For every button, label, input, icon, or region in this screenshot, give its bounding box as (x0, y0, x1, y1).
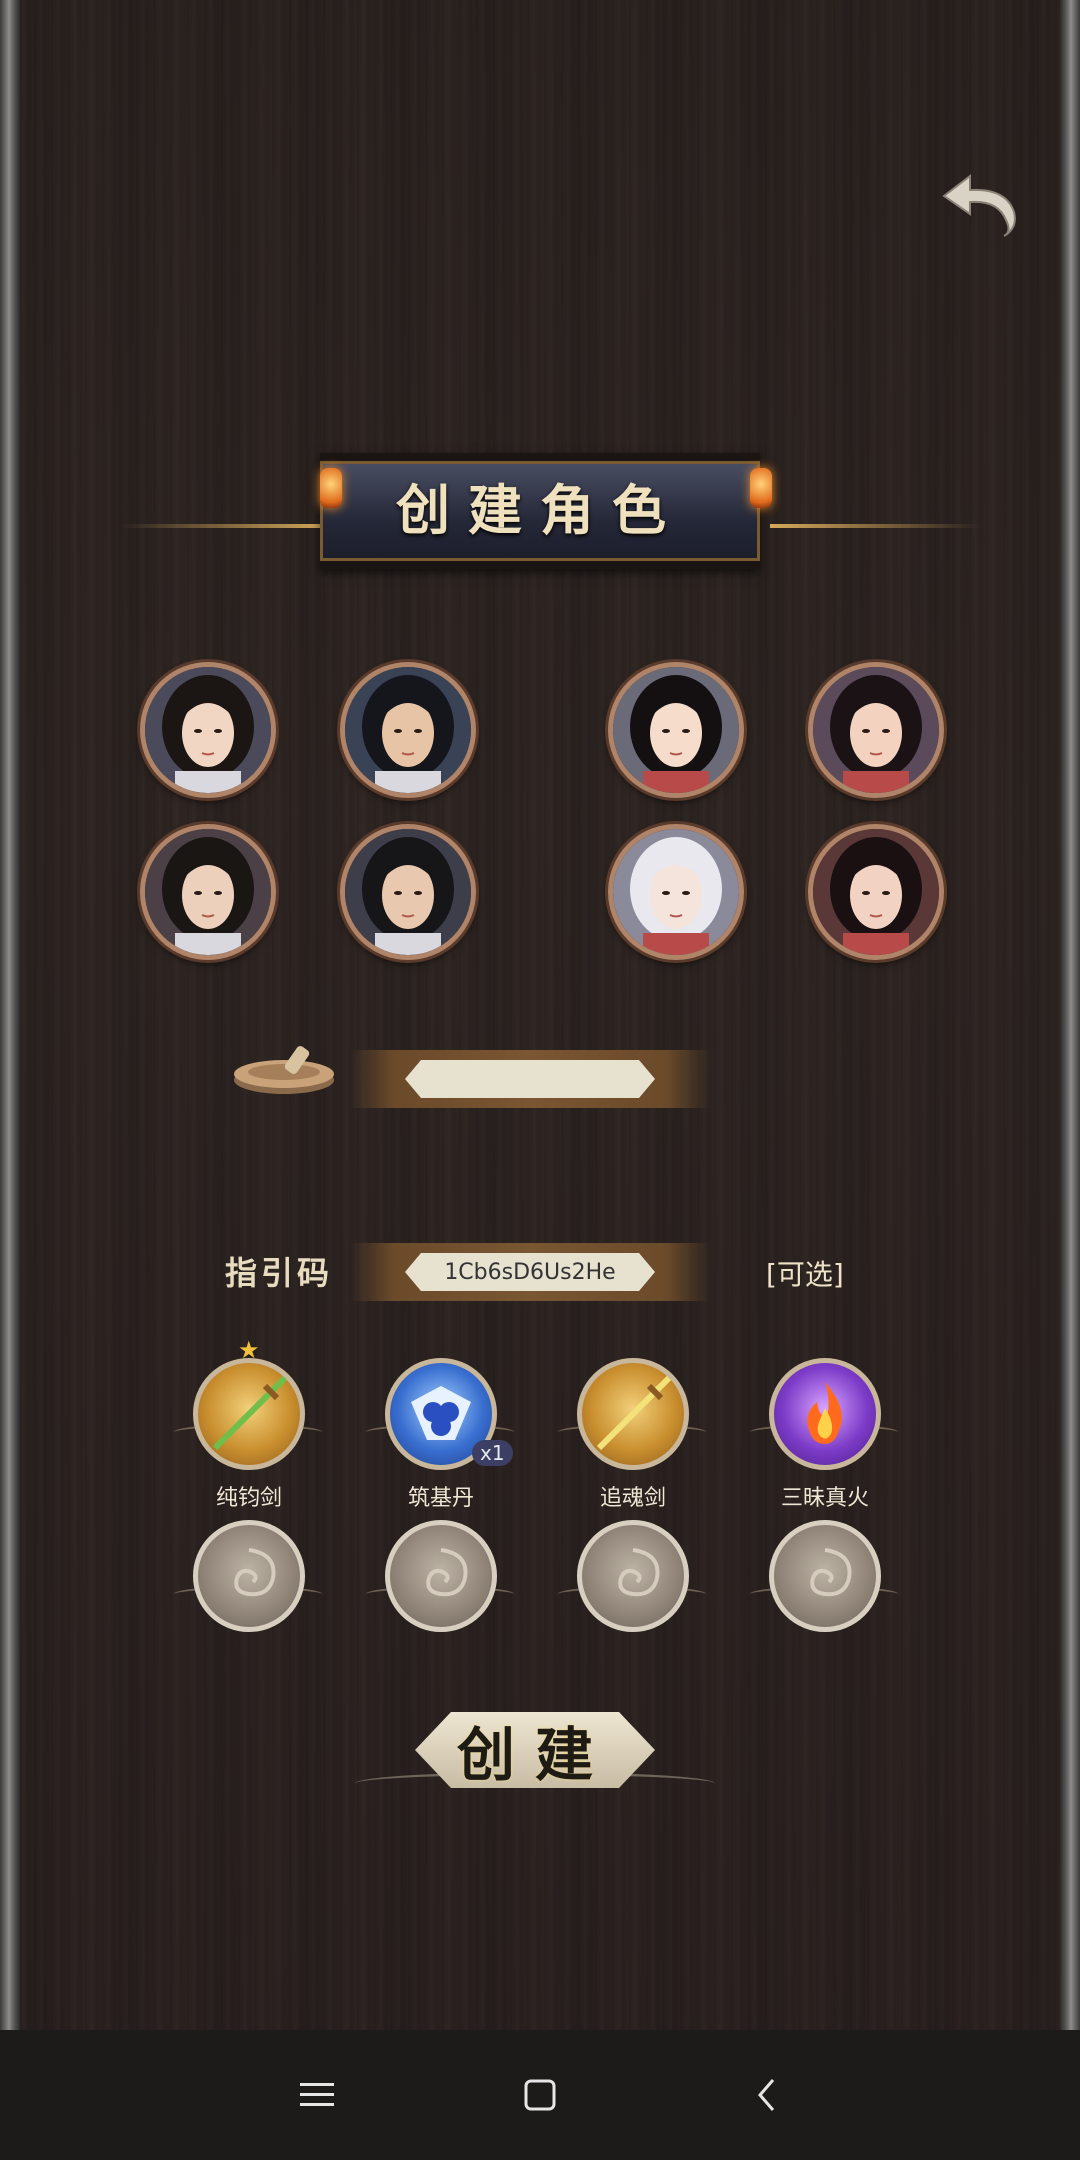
swirl-icon (810, 1548, 852, 1597)
portrait-5[interactable] (140, 824, 276, 960)
reward-icon (769, 1358, 881, 1470)
character-portrait-icon (345, 667, 471, 793)
title-banner: 创建角色 (110, 428, 980, 578)
optional-label: [可选] (766, 1258, 844, 1291)
sword-icon (596, 1375, 672, 1451)
swirl-icon (618, 1548, 660, 1597)
swirl-icon (426, 1548, 468, 1597)
reward-label: 三昧真火 (780, 1486, 869, 1511)
reward-slot-1[interactable] (173, 1358, 323, 1470)
sword-icon (212, 1375, 288, 1451)
nav-home-button[interactable] (510, 2065, 570, 2125)
name-input-frame (350, 1050, 710, 1108)
portrait-8[interactable] (808, 824, 944, 960)
reward-slot-3[interactable] (557, 1358, 707, 1470)
star-icon: ★ (238, 1336, 260, 1364)
page-title: 创建角色 (396, 478, 684, 542)
back-button[interactable] (940, 168, 1020, 238)
flame-icon (807, 1382, 842, 1444)
banner-line-right (770, 524, 980, 528)
name-input[interactable] (405, 1060, 655, 1098)
swirl-icon (234, 1548, 276, 1597)
referral-input-frame: 1Cb6sD6Us2He (350, 1243, 710, 1301)
referral-label: 指引码 (225, 1254, 334, 1292)
nav-back-button[interactable] (737, 2065, 797, 2125)
portrait-3[interactable] (608, 662, 744, 798)
character-portrait-icon (613, 667, 739, 793)
character-portrait-icon (145, 667, 271, 793)
reward-label: 纯钧剑 (215, 1486, 282, 1511)
reward-slot-4[interactable] (749, 1358, 899, 1470)
empty-reward-slot (365, 1520, 515, 1632)
menu-icon (300, 2083, 334, 2106)
reward-icon (577, 1358, 689, 1470)
portrait-6[interactable] (340, 824, 476, 960)
reward-label: 追魂剑 (599, 1486, 666, 1511)
quantity-badge: x1 (472, 1440, 513, 1466)
seal-stone-icon (234, 1046, 334, 1094)
back-chevron-icon (758, 2079, 775, 2111)
empty-reward-slot (749, 1520, 899, 1632)
empty-reward-slot (557, 1520, 707, 1632)
system-nav-bar (0, 2030, 1080, 2160)
empty-reward-slot (173, 1520, 323, 1632)
reward-label: 筑基丹 (407, 1486, 474, 1511)
create-button[interactable]: 创建 (355, 1702, 715, 1798)
home-square-icon (524, 2079, 556, 2111)
frame-left (0, 0, 20, 2030)
character-portrait-icon (813, 667, 939, 793)
character-portrait-icon (345, 829, 471, 955)
reward-icon (193, 1358, 305, 1470)
character-portrait-icon (145, 829, 271, 955)
portrait-1[interactable] (140, 662, 276, 798)
character-portrait-icon (613, 829, 739, 955)
portrait-2[interactable] (340, 662, 476, 798)
referral-input[interactable]: 1Cb6sD6Us2He (405, 1253, 655, 1291)
portrait-4[interactable] (808, 662, 944, 798)
banner-line-left (120, 524, 330, 528)
undo-arrow-icon (942, 173, 1016, 237)
portrait-7[interactable] (608, 824, 744, 960)
frame-right (1060, 0, 1080, 2030)
create-button-label: 创建 (456, 1721, 613, 1789)
character-portrait-icon (813, 829, 939, 955)
nav-menu-button[interactable] (287, 2065, 347, 2125)
